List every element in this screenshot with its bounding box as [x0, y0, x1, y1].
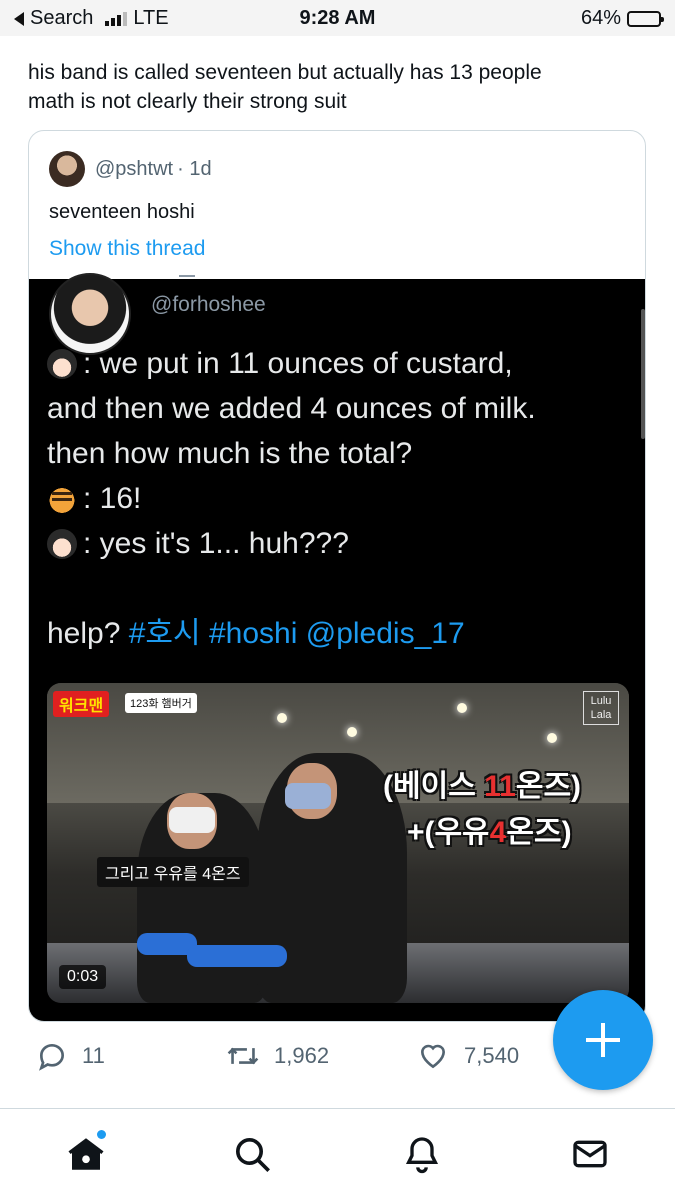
dialogue-text: : 16! — [83, 482, 142, 515]
ceiling-light — [547, 733, 557, 743]
quoted-handle[interactable]: @pshtwt — [95, 158, 173, 181]
battery-percent: 64% — [580, 7, 621, 29]
quoted-tweet[interactable]: @pshtwt · 1d seventeen hoshi Show this t… — [28, 130, 646, 1022]
dialogue-line: then how much is the total? — [47, 437, 413, 470]
embedded-handle: @forhoshee — [151, 293, 266, 316]
hashtag-hoshi-korean: #호시 — [128, 617, 201, 650]
home-icon — [68, 1138, 104, 1170]
retweet-button[interactable]: 1,962 — [226, 1040, 329, 1072]
reply-icon — [39, 1043, 65, 1071]
retweet-count: 1,962 — [274, 1043, 330, 1068]
glove — [187, 945, 287, 967]
tweet-text-line: math is not clearly their strong suit — [28, 90, 347, 113]
dialogue-line: and then we added 4 ounces of milk. — [47, 392, 536, 425]
help-text: help? — [47, 617, 121, 650]
store-sign-line: Lulu — [590, 695, 612, 707]
video-subtitle: 그리고 우유를 4온즈 — [97, 857, 249, 887]
quoted-text: seventeen hoshi — [49, 201, 195, 223]
compose-button[interactable] — [553, 990, 653, 1090]
tab-notifications[interactable] — [398, 1130, 446, 1178]
video-frame: 워크맨 123화 햄버거 Lulu Lala (베이스 11온즈) +(우유4온… — [47, 683, 629, 1003]
clock: 9:28 AM — [299, 7, 376, 29]
bottom-tab-bar — [0, 1110, 675, 1200]
embedded-tweet-body: : we put in 11 ounces of custard, and th… — [47, 341, 637, 656]
caption-text: 온즈) — [515, 770, 582, 803]
tweet-text: his band is called seventeen but actuall… — [28, 58, 648, 116]
hashtag-hoshi: #hoshi — [208, 617, 298, 650]
caption-text: (베이스 — [383, 770, 485, 803]
like-button[interactable]: 7,540 — [416, 1040, 519, 1072]
tab-home[interactable] — [62, 1130, 110, 1178]
hashtag-line: help? #호시 #hoshi @pledis_17 — [47, 611, 637, 656]
video-caption: +(우유4온즈) — [407, 807, 572, 851]
search-icon — [236, 1138, 270, 1172]
scrollbar — [641, 309, 645, 439]
dialogue-text: : yes it's 1... huh??? — [83, 527, 349, 560]
divider — [179, 275, 195, 277]
like-count: 7,540 — [464, 1043, 520, 1068]
battery-icon — [627, 10, 664, 27]
quoted-tweet-header: @pshtwt · 1d — [49, 151, 212, 187]
show-thread-link[interactable]: Show this thread — [49, 237, 205, 261]
woman-emoji-icon — [47, 528, 77, 559]
video-timestamp: 0:03 — [59, 965, 107, 989]
ceiling-light — [277, 713, 287, 723]
woman-emoji-icon — [47, 348, 77, 379]
reply-count: 11 — [82, 1043, 105, 1068]
store-sign-line: Lala — [590, 709, 612, 721]
unread-dot — [97, 1130, 106, 1139]
video-caption: (베이스 11온즈) — [383, 761, 581, 805]
caption-text: +(우유 — [407, 816, 490, 849]
like-icon — [420, 1044, 446, 1069]
show-logo: 워크맨 — [53, 691, 110, 717]
reply-button[interactable]: 11 — [36, 1040, 105, 1072]
notifications-icon — [405, 1137, 439, 1174]
ceiling-light — [457, 703, 467, 713]
status-bar: Search LTE 9:28 AM 64% — [0, 0, 675, 36]
tiger-emoji-icon — [47, 483, 77, 514]
caption-number: 11 — [484, 770, 516, 803]
avatar[interactable] — [49, 151, 85, 187]
episode-label: 123화 햄버거 — [125, 693, 197, 713]
face-mask — [285, 783, 331, 809]
tabbar-divider — [0, 1108, 675, 1109]
tab-search[interactable] — [228, 1130, 276, 1178]
retweet-icon — [227, 1047, 259, 1065]
dialogue-line: : 16! — [47, 476, 637, 521]
store-sign: Lulu Lala — [583, 691, 619, 725]
embedded-tweet-image[interactable]: @forhoshee : we put in 11 ounces of cust… — [29, 273, 645, 1021]
dialogue-line: : yes it's 1... huh??? — [47, 521, 637, 566]
tab-messages[interactable] — [566, 1130, 614, 1178]
dialogue-text: : we put in 11 ounces of custard, — [83, 347, 513, 380]
caption-text: 온즈) — [506, 816, 572, 849]
ceiling-light — [347, 727, 357, 737]
face-mask — [169, 807, 215, 833]
dialogue-line: : we put in 11 ounces of custard, — [47, 341, 637, 386]
messages-icon — [573, 1140, 607, 1168]
quoted-time: · 1d — [177, 157, 212, 180]
caption-number: 4 — [489, 816, 507, 849]
tweet-actions: 11 1,962 7,540 — [36, 1040, 556, 1076]
tweet-text-line: his band is called seventeen but actuall… — [28, 61, 542, 84]
mention-pledis: @pledis_17 — [305, 617, 465, 650]
